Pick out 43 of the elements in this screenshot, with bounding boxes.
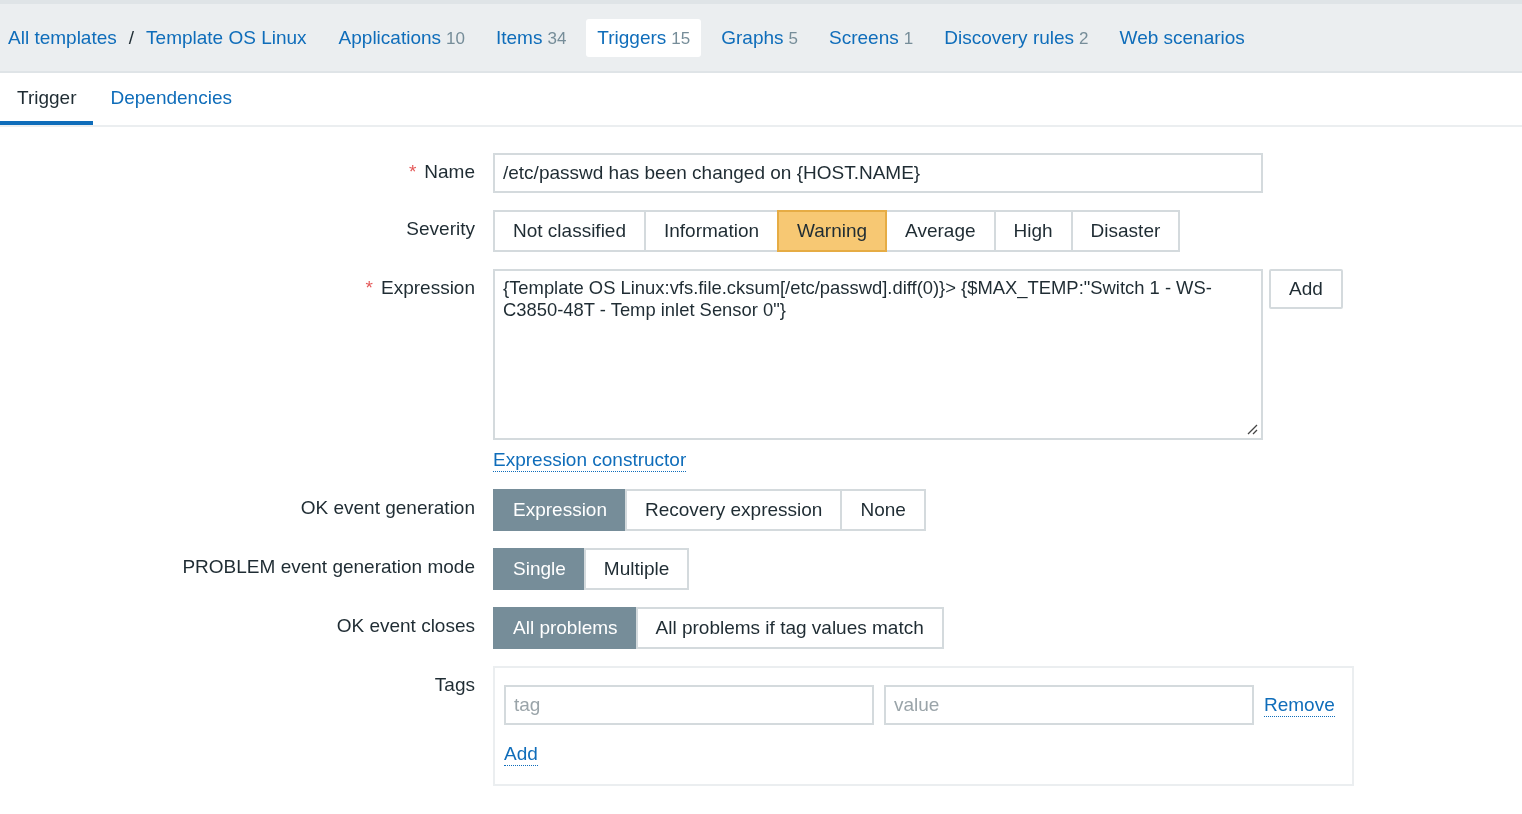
- segment-button[interactable]: Recovery expression: [625, 489, 843, 531]
- nav-tab[interactable]: Triggers 15: [586, 18, 702, 57]
- breadcrumb-separator: /: [128, 26, 135, 49]
- expression-field[interactable]: {Template OS Linux:vfs.file.cksum[/etc/passwd].diff(0)}> {$MAX_TEMP:"Switch 1 - WS-C3850-48T - Temp inlet Sensor 0"}: [493, 269, 1263, 440]
- nav-tab[interactable]: Discovery rules 2: [933, 18, 1100, 57]
- segment-button[interactable]: Single: [493, 548, 586, 590]
- add-button[interactable]: Add: [1269, 269, 1343, 309]
- segment-button[interactable]: Information: [644, 210, 780, 252]
- segment-button[interactable]: Average: [885, 210, 996, 252]
- segment-button[interactable]: None: [840, 489, 926, 531]
- tab[interactable]: Trigger: [0, 73, 94, 125]
- expression-constructor-link[interactable]: Expression constructor: [493, 449, 687, 472]
- add-link[interactable]: Add: [504, 743, 538, 766]
- segment-button[interactable]: Expression: [493, 489, 627, 531]
- segment-button[interactable]: Not classified: [493, 210, 646, 252]
- required-mark: *: [365, 277, 373, 299]
- required-mark: *: [408, 161, 417, 183]
- nav-tab[interactable]: Applications 10: [327, 18, 476, 57]
- field-label: Name: [424, 161, 475, 183]
- remove-link[interactable]: Remove: [1264, 693, 1335, 717]
- segment-button[interactable]: Disaster: [1070, 210, 1181, 252]
- field-label: Tags: [434, 674, 475, 696]
- field-label: Severity: [406, 218, 475, 240]
- segment-button[interactable]: All problems if tag values match: [635, 607, 944, 649]
- nav-tab[interactable]: Graphs 5: [710, 18, 810, 57]
- segment-button[interactable]: Warning: [777, 210, 888, 252]
- value-field[interactable]: value: [884, 685, 1254, 725]
- nav-tab[interactable]: Screens 1: [818, 18, 925, 57]
- tag-field[interactable]: tag: [504, 685, 874, 725]
- name-field[interactable]: /etc/passwd has been changed on {HOST.NAME}: [493, 153, 1263, 193]
- field-label: OK event generation: [300, 497, 475, 519]
- breadcrumb-link[interactable]: Template OS Linux: [146, 26, 307, 49]
- nav-tab[interactable]: Items 34: [484, 18, 578, 57]
- segment-button[interactable]: All problems: [493, 607, 638, 649]
- field-label: Expression: [381, 277, 475, 299]
- segment-button[interactable]: Multiple: [583, 548, 690, 590]
- nav-tab[interactable]: Web scenarios: [1108, 18, 1256, 57]
- tab[interactable]: Dependencies: [93, 73, 249, 125]
- field-label: OK event closes: [336, 615, 475, 637]
- breadcrumb-link[interactable]: All templates: [8, 26, 117, 49]
- field-label: PROBLEM event generation mode: [182, 556, 475, 578]
- resize-grip-icon[interactable]: [1246, 423, 1258, 435]
- segment-button[interactable]: High: [993, 210, 1073, 252]
